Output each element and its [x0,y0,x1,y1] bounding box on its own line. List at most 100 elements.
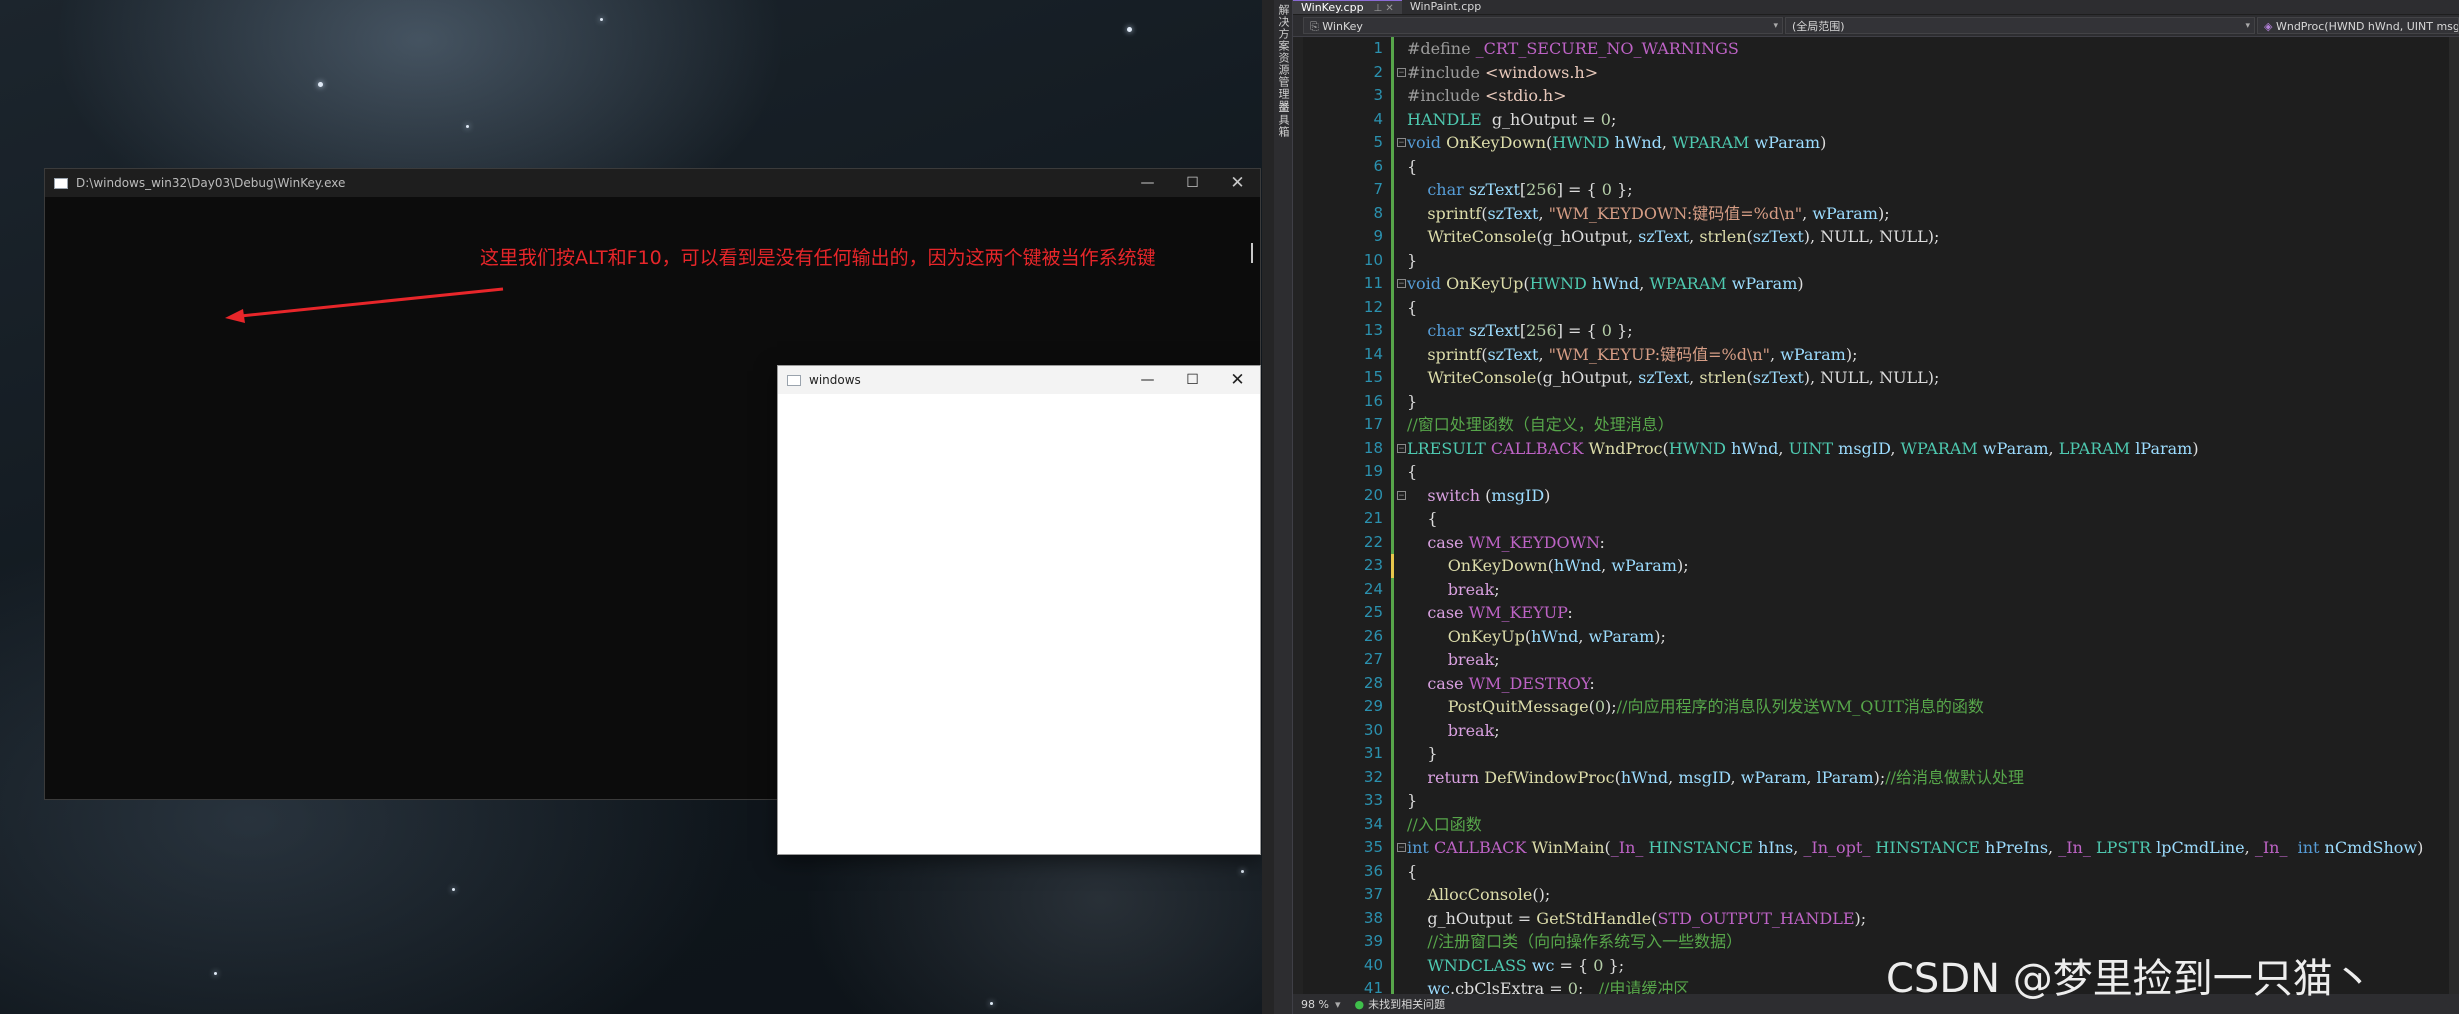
zoom-level[interactable]: 98 % [1301,998,1329,1011]
code-line[interactable]: 12 { [1293,295,2459,319]
code-token: _In_ [1610,838,1649,857]
code-line[interactable]: 23 OnKeyDown(hWnd, wParam); [1293,554,2459,578]
code-line[interactable]: 34 //入口函数 [1293,812,2459,836]
code-token: szText [1638,227,1690,246]
code-line[interactable]: 37 AllocConsole(); [1293,883,2459,907]
code-token: (g_hOutput, [1536,227,1639,246]
code-text: break; [1407,719,1500,743]
close-button[interactable]: ✕ [1215,366,1260,394]
code-line[interactable]: 6{ [1293,154,2459,179]
code-line[interactable]: 36 { [1293,859,2459,883]
project-dropdown-label: WinKey [1322,20,1363,33]
code-line[interactable]: 31 } [1293,742,2459,766]
code-token: WM_KEYDOWN [1468,532,1600,552]
toolbox-tab[interactable]: 工具箱 [1275,102,1291,138]
code-text: WriteConsole(g_hOutput, szText, strlen(s… [1407,225,1939,249]
code-token: OnKeyUp [1447,626,1525,646]
code-token: ; [1494,579,1500,599]
code-line[interactable]: 20 − switch (msgID) [1293,483,2459,507]
code-token: ) [2192,438,2199,458]
code-line[interactable]: 10} [1293,248,2459,273]
app-window-titlebar[interactable]: windows — ☐ ✕ [778,366,1260,394]
code-line[interactable]: 16} [1293,389,2459,413]
code-editor[interactable]: 1 #define _CRT_SECURE_NO_WARNINGS 2− #inclu… [1293,37,2459,994]
code-line[interactable]: 2 − #include <windows.h> [1293,60,2459,84]
change-marker [1391,930,1394,954]
code-text: break; [1407,648,1500,672]
tab-pin-close-icon[interactable]: ⊥ ✕ [1374,3,1394,14]
code-line[interactable]: 32 return DefWindowProc(hWnd, msgID, wPa… [1293,765,2459,789]
scope-dropdown[interactable]: (全局范围) ▾ [1785,17,2255,34]
line-number: 10 [1363,250,1383,269]
code-line[interactable]: 13 char szText[256] = { 0 }; [1293,319,2459,343]
code-line[interactable]: 30 break; [1293,718,2459,743]
line-number: 36 [1363,861,1383,880]
code-line[interactable]: 4 HANDLE g_hOutput = 0; [1293,107,2459,131]
project-dropdown[interactable]: ⎘ WinKey ▾ [1303,17,1783,34]
solution-explorer-tab[interactable]: 解决方案资源管理器 [1275,4,1291,112]
code-line[interactable]: 33} [1293,789,2459,813]
code-line[interactable]: 17 //窗口处理函数（自定义，处理消息） [1293,413,2459,437]
code-line[interactable]: 18 − LRESULT CALLBACK WndProc(HWND hWnd, U… [1293,436,2459,460]
code-line[interactable]: 15 WriteConsole(g_hOutput, szText, strle… [1293,366,2459,390]
change-marker [1391,695,1394,719]
code-line[interactable]: 21 { [1293,507,2459,531]
fold-toggle-icon[interactable]: − [1397,843,1406,853]
code-line[interactable]: 7 char szText[256] = { 0 }; [1293,178,2459,202]
fold-toggle-icon[interactable]: − [1397,279,1406,289]
code-token: , [1578,626,1589,646]
code-line[interactable]: 14 sprintf(szText, "WM_KEYUP:键码值=%d\n", … [1293,342,2459,366]
code-line[interactable]: 38 g_hOutput = GetStdHandle(STD_OUTPUT_H… [1293,906,2459,930]
code-line[interactable]: 22 case WM_KEYDOWN: [1293,530,2459,554]
code-text: } [1407,249,1417,273]
code-line[interactable]: 28 case WM_DESTROY: [1293,671,2459,695]
code-line[interactable]: 5 − void OnKeyDown(HWND hWnd, WPARAM wPara… [1293,131,2459,155]
code-line[interactable]: 1 #define _CRT_SECURE_NO_WARNINGS [1293,37,2459,61]
app-window[interactable]: windows — ☐ ✕ [777,365,1261,855]
issues-status[interactable]: 未找到相关问题 [1368,996,1445,1012]
fold-toggle-icon[interactable]: − [1397,490,1406,500]
code-line[interactable]: 3 #include <stdio.h> [1293,84,2459,108]
code-line[interactable]: 19 { [1293,460,2459,484]
fold-toggle-icon[interactable]: − [1397,138,1406,148]
fold-toggle-icon[interactable]: − [1397,67,1406,77]
code-line[interactable]: 35 − int CALLBACK WinMain(_In_ HINSTANCE h… [1293,836,2459,860]
app-window-client-area[interactable] [778,394,1260,854]
code-line[interactable]: 26 OnKeyUp(hWnd, wParam); [1293,624,2459,648]
tab-winkey-cpp[interactable]: WinKey.cpp ⊥ ✕ [1293,0,1402,14]
code-text: //注册窗口类（向向操作系统写入一些数据） [1407,930,1742,954]
code-line[interactable]: 11 − void OnKeyUp(HWND hWnd, WPARAM wParam… [1293,272,2459,296]
code-token: LPSTR [2095,838,2152,857]
minimize-button[interactable]: — [1125,366,1170,394]
code-token: }; [1611,321,1633,340]
code-line[interactable]: 8 sprintf(szText, "WM_KEYDOWN:键码值=%d\n",… [1293,201,2459,225]
side-tool-strip[interactable]: 解决方案资源管理器 工具箱 [1274,0,1293,1014]
code-line[interactable]: 9 WriteConsole(g_hOutput, szText, strlen… [1293,225,2459,249]
maximize-button[interactable]: ☐ [1170,169,1215,197]
code-token: wParam [1611,556,1677,575]
code-token: //窗口处理函数（自定义，处理消息） [1407,415,1674,434]
code-line[interactable]: 29 PostQuitMessage(0);//向应用程序的消息队列发送WM_Q… [1293,695,2459,719]
tab-winpaint-cpp[interactable]: WinPaint.cpp [1402,0,1489,14]
code-token: szText [1468,180,1520,199]
code-token: OnKeyUp [1446,274,1524,293]
fold-toggle-icon[interactable]: − [1397,443,1406,453]
close-button[interactable]: ✕ [1215,169,1260,197]
code-text: { [1407,155,1417,179]
code-line[interactable]: 25 case WM_KEYUP: [1293,601,2459,625]
maximize-button[interactable]: ☐ [1170,366,1215,394]
change-marker [1391,906,1394,930]
member-dropdown[interactable]: ◈ WndProc(HWND hWnd, UINT msgID, WPARAM … [2257,17,2459,34]
code-token: ); [1877,203,1890,223]
code-token: ( [1480,485,1492,505]
code-token: wParam [1749,133,1821,152]
code-line[interactable]: 24 break; [1293,577,2459,601]
code-token: int [2292,838,2320,857]
star [466,125,469,128]
minimize-button[interactable]: — [1125,169,1170,197]
console-titlebar[interactable]: D:\windows_win32\Day03\Debug\WinKey.exe … [45,169,1260,197]
code-line[interactable]: 27 break; [1293,648,2459,672]
vertical-scrollbar[interactable] [2449,37,2459,994]
